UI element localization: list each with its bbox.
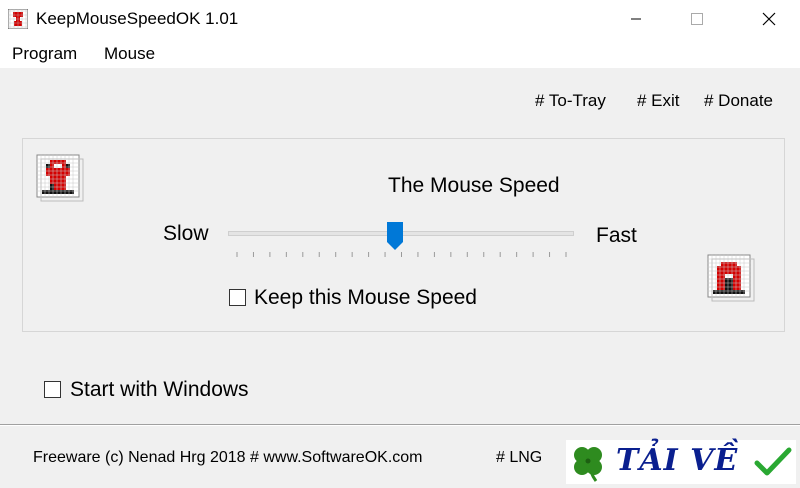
start-with-windows-checkbox[interactable]	[44, 381, 61, 398]
close-icon	[762, 12, 776, 26]
exit-link[interactable]: # Exit	[637, 91, 680, 111]
language-link[interactable]: # LNG	[496, 449, 542, 467]
start-with-windows-label[interactable]: Start with Windows	[70, 378, 249, 402]
maximize-button[interactable]	[674, 0, 720, 38]
maximize-icon	[691, 13, 703, 25]
footer-separator-highlight	[0, 425, 800, 426]
credit-link[interactable]: Freeware (c) Nenad Hrg 2018 # www.Softwa…	[33, 449, 422, 467]
app-grid-icon	[8, 9, 28, 29]
speed-title: The Mouse Speed	[388, 174, 560, 197]
keep-speed-label[interactable]: Keep this Mouse Speed	[254, 286, 477, 310]
menu-bar: Program Mouse	[0, 38, 800, 68]
menu-program[interactable]: Program	[12, 44, 77, 64]
fast-label: Fast	[596, 224, 637, 247]
title-bar: KeepMouseSpeedOK 1.01	[0, 0, 800, 38]
speed-slider-thumb[interactable]	[386, 221, 404, 251]
to-tray-link[interactable]: # To-Tray	[535, 91, 606, 111]
clover-icon	[574, 447, 602, 482]
checkmark-icon	[754, 447, 792, 476]
download-banner[interactable]: TẢI VỀ	[566, 440, 796, 484]
minimize-icon	[631, 18, 641, 20]
mouse-grid-icon	[36, 154, 84, 202]
minimize-button[interactable]	[613, 0, 659, 38]
close-button[interactable]	[746, 0, 792, 38]
donate-link[interactable]: # Donate	[704, 91, 773, 111]
slow-label: Slow	[163, 222, 209, 245]
menu-mouse[interactable]: Mouse	[104, 44, 155, 64]
banner-text: TẢI VỀ	[616, 443, 739, 478]
window-title: KeepMouseSpeedOK 1.01	[36, 9, 239, 28]
house-grid-icon	[707, 254, 755, 302]
keep-speed-checkbox[interactable]	[229, 289, 246, 306]
